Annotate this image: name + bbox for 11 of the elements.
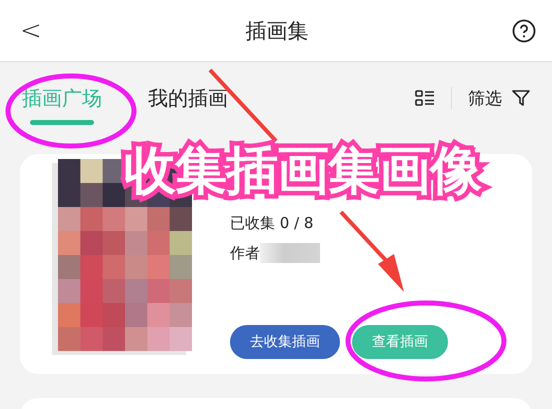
page-title: 插画集: [245, 18, 308, 44]
tab[interactable]: 我的插画: [148, 69, 228, 127]
help-icon[interactable]: [512, 18, 536, 42]
filter-button[interactable]: 筛选: [468, 86, 502, 110]
list-view-icon[interactable]: [415, 89, 435, 107]
author-label: 作者: [230, 244, 260, 262]
filter-icon[interactable]: [512, 89, 530, 107]
collected-count: 已收集 0 / 8: [230, 214, 314, 233]
blurred-name: [260, 243, 320, 263]
back-button[interactable]: <: [20, 16, 42, 46]
action-button[interactable]: 去收集插画: [230, 325, 340, 359]
